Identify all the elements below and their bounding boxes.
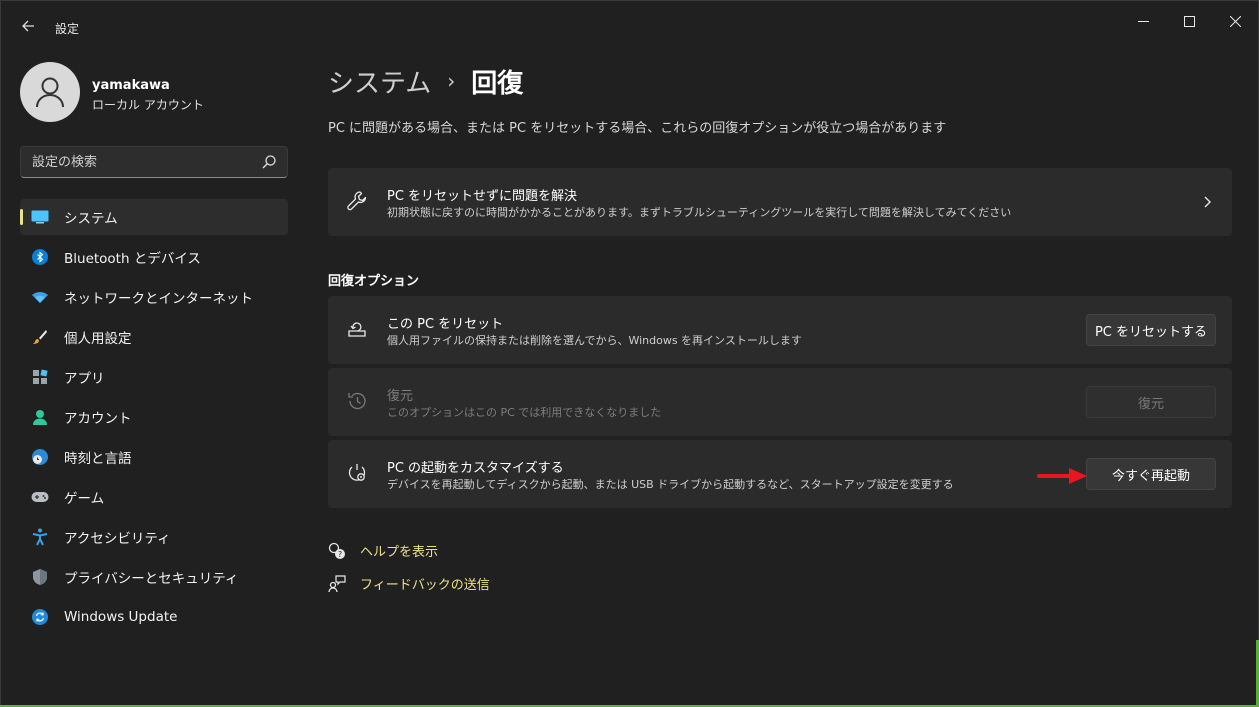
account-type: ローカル アカウント bbox=[92, 98, 204, 112]
maximize-button[interactable] bbox=[1166, 1, 1212, 41]
breadcrumb-separator: › bbox=[447, 69, 456, 93]
sidebar-nav: システム Bluetooth とデバイス ネットワークとインターネット 個人用設… bbox=[20, 199, 288, 639]
wrench-icon bbox=[347, 191, 367, 211]
brush-icon bbox=[30, 327, 50, 347]
sidebar-item-bluetooth[interactable]: Bluetooth とデバイス bbox=[20, 239, 288, 275]
reset-pc-icon bbox=[348, 322, 366, 337]
restore-button: 復元 bbox=[1086, 386, 1216, 418]
page-title: 回復 bbox=[471, 68, 524, 99]
sidebar-item-label: アクセシビリティ bbox=[64, 531, 171, 547]
sidebar-item-system[interactable]: システム bbox=[20, 199, 288, 235]
minimize-button[interactable] bbox=[1120, 1, 1166, 41]
sidebar-item-label: ゲーム bbox=[64, 491, 105, 507]
restart-now-button[interactable]: 今すぐ再起動 bbox=[1086, 458, 1216, 490]
reset-pc-button[interactable]: PC をリセットする bbox=[1086, 314, 1216, 346]
feedback-link-text[interactable]: フィードバックの送信 bbox=[360, 574, 490, 593]
sidebar-item-accessibility[interactable]: アクセシビリティ bbox=[20, 519, 288, 555]
globe-clock-icon bbox=[30, 447, 50, 467]
page-description: PC に問題がある場合、または PC をリセットする場合、これらの回復オプション… bbox=[328, 121, 947, 136]
sidebar-item-privacy[interactable]: プライバシーとセキュリティ bbox=[20, 559, 288, 595]
card-subtitle: 個人用ファイルの保持または削除を選んでから、Windows を再インストールしま… bbox=[387, 334, 802, 347]
section-title: 回復オプション bbox=[328, 274, 420, 289]
troubleshoot-card[interactable]: PC をリセットせずに問題を解決 初期状態に戻すのに時間がかかることがあります。… bbox=[328, 168, 1232, 236]
maximize-icon bbox=[1183, 15, 1195, 27]
sidebar-item-label: 時刻と言語 bbox=[64, 451, 132, 467]
search-icon[interactable] bbox=[261, 154, 277, 170]
account-icon bbox=[30, 407, 50, 427]
card-subtitle: 初期状態に戻すのに時間がかかることがあります。まずトラブルシューティングツールを… bbox=[387, 206, 1012, 219]
sidebar-item-network[interactable]: ネットワークとインターネット bbox=[20, 279, 288, 315]
update-icon bbox=[30, 607, 50, 627]
card-title: この PC をリセット bbox=[387, 317, 504, 332]
breadcrumb-parent[interactable]: システム bbox=[328, 63, 431, 100]
help-link-text[interactable]: ヘルプを表示 bbox=[360, 541, 438, 560]
sidebar-item-label: 個人用設定 bbox=[64, 331, 132, 347]
system-icon bbox=[30, 207, 50, 227]
feedback-link[interactable]: フィードバックの送信 bbox=[328, 574, 490, 593]
sidebar-item-label: システム bbox=[64, 211, 118, 227]
annotation-arrow-icon bbox=[1037, 468, 1087, 484]
wifi-icon bbox=[30, 287, 50, 307]
sidebar-item-label: アカウント bbox=[64, 411, 132, 427]
minimize-icon bbox=[1137, 20, 1149, 22]
sidebar-item-time-language[interactable]: 時刻と言語 bbox=[20, 439, 288, 475]
gamepad-icon bbox=[30, 487, 50, 507]
power-gear-icon bbox=[348, 464, 366, 481]
close-button[interactable] bbox=[1212, 1, 1258, 41]
card-subtitle: デバイスを再起動してディスクから起動、または USB ドライブから起動するなど、… bbox=[387, 478, 954, 491]
history-icon bbox=[348, 392, 366, 410]
breadcrumb: システム › 回復 bbox=[328, 61, 523, 101]
card-title: PC をリセットせずに問題を解決 bbox=[387, 189, 578, 204]
help-icon: ? bbox=[328, 542, 345, 559]
chevron-right-icon bbox=[1204, 196, 1211, 208]
sidebar-item-label: アプリ bbox=[64, 371, 105, 387]
sidebar-item-label: プライバシーとセキュリティ bbox=[64, 571, 239, 587]
accessibility-icon bbox=[30, 527, 50, 547]
card-title: PC の起動をカスタマイズする bbox=[387, 461, 564, 476]
sidebar-item-personalization[interactable]: 個人用設定 bbox=[20, 319, 288, 355]
sidebar-item-windows-update[interactable]: Windows Update bbox=[20, 599, 288, 635]
sidebar-item-label: Windows Update bbox=[64, 609, 178, 625]
bluetooth-icon bbox=[30, 247, 50, 267]
sidebar-item-label: Bluetooth とデバイス bbox=[64, 251, 201, 267]
restore-card: 復元 このオプションはこの PC では利用できなくなりました 復元 bbox=[328, 368, 1232, 436]
card-subtitle: このオプションはこの PC では利用できなくなりました bbox=[387, 406, 662, 419]
settings-window: 設定 yamakawa ローカル アカウント システム bbox=[0, 0, 1259, 707]
back-arrow-icon bbox=[22, 20, 34, 32]
title-bar: 設定 bbox=[1, 1, 1258, 49]
svg-text:?: ? bbox=[338, 550, 342, 559]
advanced-startup-card: PC の起動をカスタマイズする デバイスを再起動してディスクから起動、または U… bbox=[328, 440, 1232, 508]
apps-icon bbox=[30, 367, 50, 387]
user-name: yamakawa bbox=[92, 78, 170, 93]
feedback-icon bbox=[328, 574, 346, 592]
search-box[interactable] bbox=[20, 146, 288, 178]
sidebar-item-accounts[interactable]: アカウント bbox=[20, 399, 288, 435]
avatar[interactable] bbox=[20, 62, 80, 122]
user-icon bbox=[36, 77, 64, 108]
close-icon bbox=[1229, 15, 1241, 27]
help-link[interactable]: ? ヘルプを表示 bbox=[328, 541, 438, 560]
sidebar-item-gaming[interactable]: ゲーム bbox=[20, 479, 288, 515]
reset-pc-card: この PC をリセット 個人用ファイルの保持または削除を選んでから、Window… bbox=[328, 296, 1232, 364]
app-title: 設定 bbox=[55, 22, 80, 36]
card-title: 復元 bbox=[387, 389, 414, 404]
back-button[interactable] bbox=[15, 15, 41, 41]
sidebar-item-label: ネットワークとインターネット bbox=[64, 291, 253, 307]
sidebar-item-apps[interactable]: アプリ bbox=[20, 359, 288, 395]
shield-icon bbox=[30, 567, 50, 587]
search-input[interactable] bbox=[21, 147, 251, 177]
